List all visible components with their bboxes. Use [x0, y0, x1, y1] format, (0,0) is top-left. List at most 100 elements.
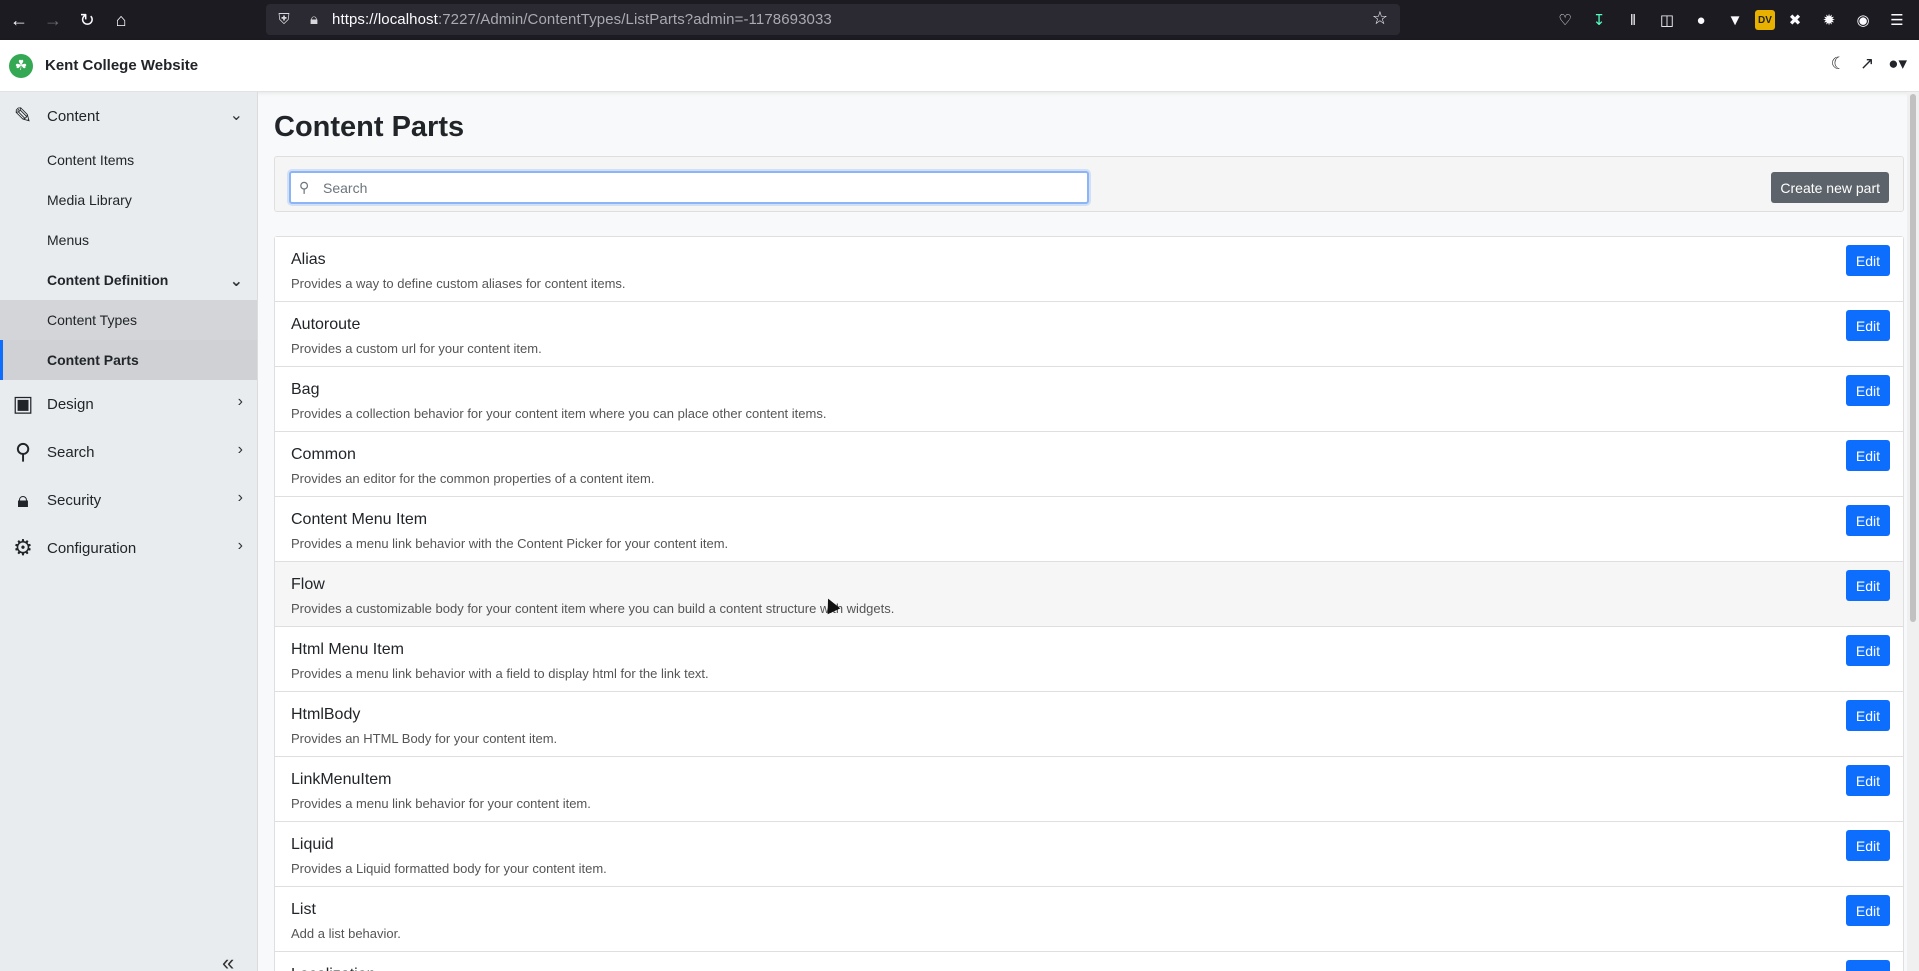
- edit-button[interactable]: Edit: [1845, 635, 1890, 666]
- edit-button[interactable]: Edit: [1845, 700, 1890, 731]
- gear-extension-icon[interactable]: ✹: [1815, 5, 1843, 35]
- part-description: Provides a custom url for your content i…: [291, 341, 542, 356]
- edit-button[interactable]: Edit: [1845, 505, 1890, 536]
- dark-mode-icon[interactable]: ☾: [1831, 54, 1846, 74]
- part-name: Alias: [291, 251, 326, 268]
- sidebar-item-media-library[interactable]: Media Library: [0, 180, 257, 220]
- lock-icon[interactable]: 🔒︎: [302, 11, 326, 28]
- part-name: Content Menu Item: [291, 511, 428, 528]
- extension2-icon[interactable]: ◉: [1849, 5, 1877, 35]
- user-menu-icon[interactable]: ●▾: [1888, 54, 1907, 74]
- account-icon[interactable]: ●: [1687, 5, 1715, 35]
- forward-icon[interactable]: →: [38, 5, 68, 35]
- table-row: LinkMenuItem Provides a menu link behavio…: [275, 757, 1903, 822]
- page-title: Content Parts: [274, 111, 465, 143]
- create-new-part-button[interactable]: Create new part: [1771, 172, 1889, 203]
- edit-button[interactable]: Edit: [1845, 960, 1890, 971]
- gear-icon: ⚙: [13, 535, 33, 560]
- search-input[interactable]: [323, 179, 1063, 196]
- edit-button[interactable]: Edit: [1845, 895, 1890, 926]
- sidebar-group-label: Search: [47, 443, 95, 461]
- extension-icon[interactable]: ✖: [1781, 5, 1809, 35]
- search-icon: ⚲: [299, 179, 310, 195]
- edit-button[interactable]: Edit: [1845, 310, 1890, 341]
- sidebar-item-label: Content Parts: [47, 352, 139, 368]
- menu-icon[interactable]: ☰: [1883, 5, 1911, 35]
- part-description: Provides a menu link behavior for your c…: [291, 796, 591, 811]
- chevron-right-icon: ›: [237, 537, 243, 554]
- part-description: Provides a menu link behavior with a fie…: [291, 666, 709, 681]
- edit-button[interactable]: Edit: [1845, 245, 1890, 276]
- sidebar-item-menus[interactable]: Menus: [0, 220, 257, 260]
- download-icon[interactable]: ↧: [1585, 5, 1613, 35]
- edit-icon: ✎: [13, 103, 33, 128]
- sidebar-icon[interactable]: ◫: [1653, 5, 1681, 35]
- bookmark-star-icon[interactable]: ☆: [1372, 8, 1388, 29]
- filter-toolbar: ⚲ Create new part: [274, 156, 1904, 212]
- table-row: Flow Provides a customizable body for you…: [275, 562, 1903, 627]
- part-description: Provides a collection behavior for your …: [291, 406, 827, 421]
- chevron-down-icon: ⌄: [229, 273, 243, 290]
- part-name: HtmlBody: [291, 706, 361, 723]
- edit-button[interactable]: Edit: [1845, 830, 1890, 861]
- url-path: :7227/Admin/ContentTypes/ListParts?admin…: [437, 11, 832, 28]
- part-name: Localization: [291, 966, 376, 971]
- back-icon[interactable]: ←: [4, 5, 34, 35]
- site-name[interactable]: Kent College Website: [45, 57, 198, 74]
- external-link-icon[interactable]: ↗: [1860, 54, 1874, 74]
- sidebar-group-search[interactable]: ⚲ Search ›: [0, 428, 257, 476]
- scrollbar-thumb[interactable]: [1910, 94, 1916, 622]
- part-name: Liquid: [291, 836, 334, 853]
- part-name: Bag: [291, 381, 320, 398]
- sidebar: ✎ Content ⌄ Content Items Media Library …: [0, 92, 258, 971]
- url-text[interactable]: https://localhost:7227/Admin/ContentType…: [332, 11, 832, 28]
- table-row: HtmlBody Provides an HTML Body for your c…: [275, 692, 1903, 757]
- edit-button[interactable]: Edit: [1845, 440, 1890, 471]
- sidebar-group-design[interactable]: ▣ Design ›: [0, 380, 257, 428]
- sidebar-group-content[interactable]: ✎ Content ⌄: [0, 92, 257, 140]
- content-parts-list: Alias Provides a way to define custom ali…: [274, 236, 1904, 971]
- part-name: LinkMenuItem: [291, 771, 392, 788]
- table-row: Content Menu Item Provides a menu link be…: [275, 497, 1903, 562]
- reload-icon[interactable]: ↻: [72, 5, 102, 35]
- site-logo-icon[interactable]: ☘: [9, 53, 33, 78]
- sidebar-item-content-types[interactable]: Content Types: [0, 300, 257, 340]
- address-bar[interactable]: ⛨ 🔒︎ https://localhost:7227/Admin/Conten…: [266, 4, 1400, 35]
- sidebar-item-label: Menus: [47, 232, 90, 248]
- sidebar-item-content-definition[interactable]: Content Definition ⌄: [0, 260, 257, 300]
- shield-icon[interactable]: ⛨: [272, 11, 296, 28]
- sidebar-item-label: Content Types: [47, 312, 138, 328]
- pocket-icon[interactable]: ♡: [1551, 5, 1579, 35]
- vpn-icon[interactable]: ▼: [1721, 5, 1749, 35]
- header-actions: ☾ ↗ ●▾: [1831, 54, 1907, 74]
- page-scrollbar[interactable]: [1907, 92, 1919, 971]
- library-icon[interactable]: ‖: [1619, 5, 1647, 35]
- edit-button[interactable]: Edit: [1845, 765, 1890, 796]
- sidebar-group-label: Security: [47, 491, 102, 509]
- sidebar-group-label: Content: [47, 107, 100, 125]
- part-name: List: [291, 901, 316, 918]
- sidebar-item-content-parts[interactable]: Content Parts: [0, 340, 257, 380]
- part-name: Flow: [291, 576, 325, 593]
- browser-toolbar: ← → ↻ ⌂ ⛨ 🔒︎ https://localhost:7227/Admi…: [0, 0, 1919, 40]
- part-description: Provides a customizable body for your co…: [291, 601, 895, 616]
- edit-button[interactable]: Edit: [1845, 570, 1890, 601]
- search-box: ⚲: [289, 171, 1089, 204]
- part-description: Provides an HTML Body for your content i…: [291, 731, 558, 746]
- part-description: Provides a Liquid formatted body for you…: [291, 861, 607, 876]
- sidebar-item-label: Media Library: [47, 192, 132, 208]
- edit-button[interactable]: Edit: [1845, 375, 1890, 406]
- sidebar-item-content-items[interactable]: Content Items: [0, 140, 257, 180]
- table-row: Html Menu Item Provides a menu link behav…: [275, 627, 1903, 692]
- sidebar-group-security[interactable]: 🔒︎ Security ›: [0, 476, 257, 524]
- sidebar-group-configuration[interactable]: ⚙ Configuration ›: [0, 524, 257, 572]
- sidebar-group-label: Configuration: [47, 539, 137, 557]
- home-icon[interactable]: ⌂: [106, 5, 136, 35]
- chevron-down-icon: ⌄: [229, 107, 243, 124]
- part-name: Common: [291, 446, 356, 463]
- dv-extension-icon[interactable]: DV: [1755, 10, 1775, 30]
- collapse-sidebar-icon[interactable]: «: [222, 950, 234, 971]
- sidebar-item-label: Content Definition: [47, 272, 169, 288]
- toolbar-icons: ♡ ↧ ‖ ◫ ● ▼ DV ✖ ✹ ◉ ☰: [1551, 5, 1911, 35]
- table-row: Common Provides an editor for the common …: [275, 432, 1903, 497]
